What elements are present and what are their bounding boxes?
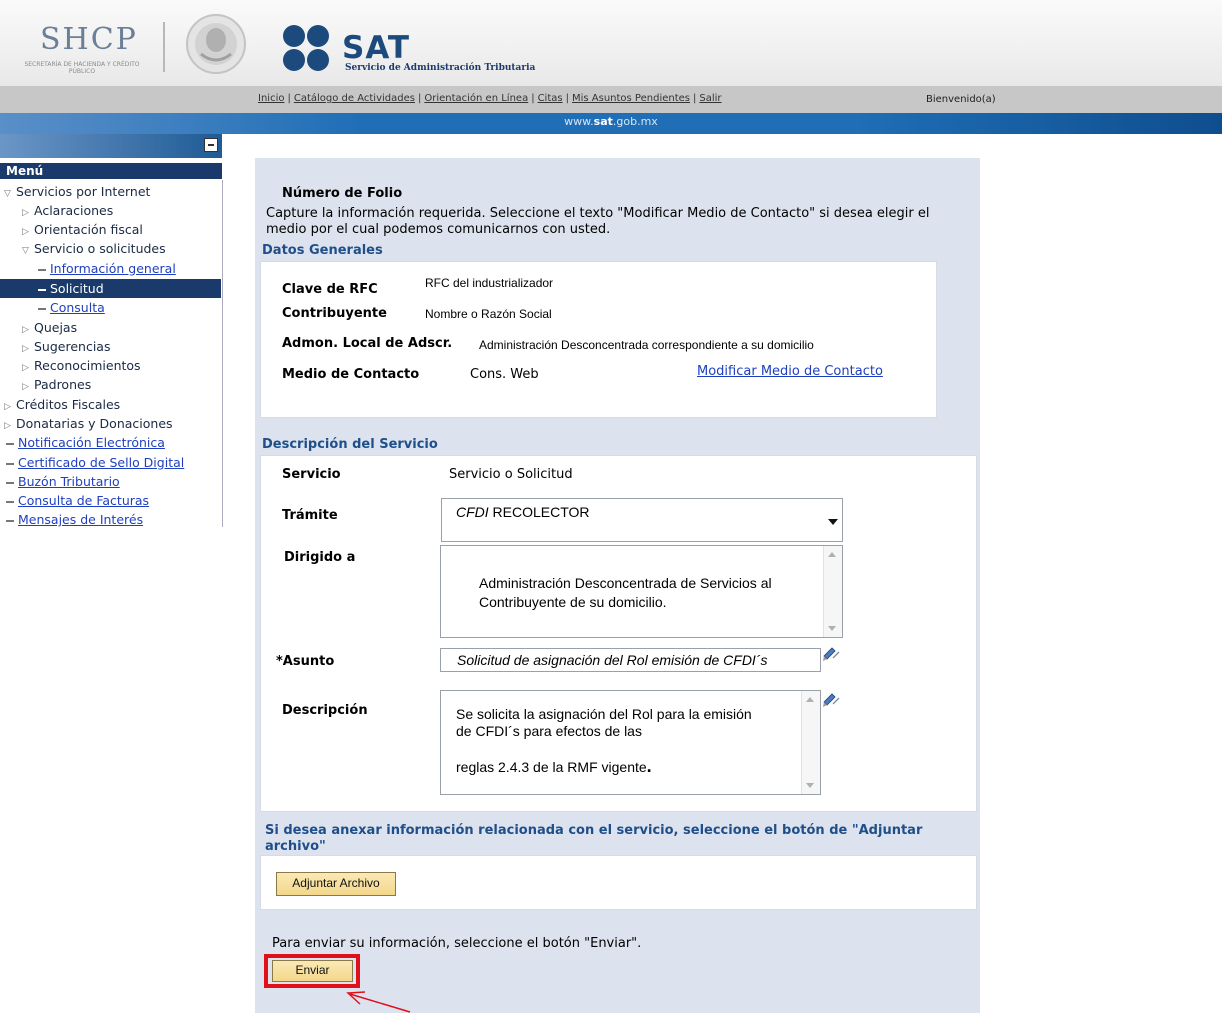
asunto-input[interactable]: Solicitud de asignación del Rol emisión … xyxy=(440,648,821,672)
sidebar-header xyxy=(0,134,222,158)
sidebar-item-facturas[interactable]: Consulta de Facturas xyxy=(6,491,149,510)
sidebar-item-certificado[interactable]: Certificado de Sello Digital xyxy=(6,453,184,472)
sidebar-item-orientacion[interactable]: ▷ Orientación fiscal xyxy=(22,220,143,239)
nav-orientacion-link[interactable]: Orientación en Línea xyxy=(424,93,528,104)
sidebar-item-donatarias[interactable]: ▷ Donatarias y Donaciones xyxy=(4,414,173,433)
dirigido-textarea[interactable]: Administración Desconcentrada de Servici… xyxy=(440,545,843,638)
enviar-text: Para enviar su información, seleccione e… xyxy=(272,936,642,951)
sidebar-item-servicio-solicitudes[interactable]: ▽ Servicio o solicitudes xyxy=(22,239,166,258)
edit-asunto-icon[interactable] xyxy=(822,646,840,662)
edit-descripcion-icon[interactable] xyxy=(822,692,840,708)
bullet-dash-icon xyxy=(38,307,46,310)
expanded-triangle-icon: ▽ xyxy=(22,246,29,256)
descripcion-textarea[interactable]: Se solicita la asignación del Rol para l… xyxy=(440,690,821,795)
tramite-label: Trámite xyxy=(282,508,338,523)
modificar-medio-contacto-link[interactable]: Modificar Medio de Contacto xyxy=(697,364,883,379)
bullet-dash-icon xyxy=(6,519,14,522)
tramite-select[interactable]: CFDI RECOLECTOR xyxy=(441,498,843,542)
medio-contacto-label: Medio de Contacto xyxy=(282,367,420,382)
rfc-label: Clave de RFC xyxy=(282,282,378,297)
dirigido-scrollbar[interactable] xyxy=(823,546,842,637)
nav-salir-link[interactable]: Salir xyxy=(699,93,721,104)
sidebar-item-solicitud[interactable]: Solicitud xyxy=(0,279,221,298)
nav-inicio-link[interactable]: Inicio xyxy=(258,93,284,104)
pointer-arrow-icon xyxy=(346,991,411,1013)
top-nav-links: Inicio | Catálogo de Actividades | Orientaci… xyxy=(258,93,722,104)
bullet-dash-icon xyxy=(38,288,46,291)
shcp-logo: SHCP xyxy=(40,22,138,57)
sidebar-item-consulta[interactable]: Consulta xyxy=(38,298,105,317)
collapse-sidebar-button[interactable] xyxy=(204,138,218,152)
sidebar-item-sugerencias[interactable]: ▷ Sugerencias xyxy=(22,337,110,356)
shcp-logo-subtext: SECRETARÍA DE HACIENDA Y CRÉDITO PÚBLICO xyxy=(24,61,140,75)
dirigido-value: Administración Desconcentrada de Servici… xyxy=(479,575,772,610)
medio-contacto-value: Cons. Web xyxy=(470,367,539,382)
bullet-dash-icon xyxy=(6,500,14,503)
expanded-triangle-icon: ▽ xyxy=(4,189,11,199)
datos-generales-title: Datos Generales xyxy=(262,243,383,258)
contribuyente-value: Nombre o Razón Social xyxy=(425,307,552,321)
sidebar-item-padrones[interactable]: ▷ Padrones xyxy=(22,375,91,394)
bullet-dash-icon xyxy=(6,481,14,484)
servicio-label: Servicio xyxy=(282,467,341,482)
site-url: www.sat.gob.mx xyxy=(564,115,658,128)
sidebar-item-quejas[interactable]: ▷ Quejas xyxy=(22,318,77,337)
rfc-value: RFC del industrializador xyxy=(425,276,554,290)
descripcion-servicio-title: Descripción del Servicio xyxy=(262,437,438,452)
contribuyente-label: Contribuyente xyxy=(282,306,387,321)
sidebar-item-mensajes[interactable]: Mensajes de Interés xyxy=(6,510,143,529)
page-header xyxy=(0,0,1222,86)
descripcion-label: Descripción xyxy=(282,703,368,718)
adjuntar-archivo-button[interactable]: Adjuntar Archivo xyxy=(276,872,396,896)
adjuntar-text: Si desea anexar información relacionada … xyxy=(265,823,923,854)
bullet-dash-icon xyxy=(6,442,14,445)
sidebar-item-aclaraciones[interactable]: ▷ Aclaraciones xyxy=(22,201,113,220)
sidebar-item-buzon[interactable]: Buzón Tributario xyxy=(6,472,120,491)
sat-subtitle: Servicio de Administración Tributaria xyxy=(345,63,536,73)
sidebar-item-creditos[interactable]: ▷ Créditos Fiscales xyxy=(4,395,120,414)
sat-logo-icon xyxy=(283,25,329,71)
admon-label: Admon. Local de Adscr. xyxy=(282,336,453,351)
intro-text: Capture la información requerida. Selecc… xyxy=(266,206,930,237)
mexico-seal-icon xyxy=(186,14,246,74)
enviar-button[interactable]: Enviar xyxy=(272,960,353,982)
welcome-text: Bienvenido(a) xyxy=(926,94,996,105)
sidebar-item-informacion-general[interactable]: Información general xyxy=(38,259,176,278)
sidebar-item-reconocimientos[interactable]: ▷ Reconocimientos xyxy=(22,356,141,375)
asunto-label: *Asunto xyxy=(276,654,335,669)
descripcion-line-2: reglas 2.4.3 de la RMF vigente. xyxy=(456,756,652,776)
menu-title: Menú xyxy=(0,163,222,179)
bullet-dash-icon xyxy=(38,268,46,271)
descripcion-line-1: Se solicita la asignación del Rol para l… xyxy=(456,706,752,739)
admon-value: Administración Desconcentrada correspond… xyxy=(479,338,814,352)
nav-asuntos-link[interactable]: Mis Asuntos Pendientes xyxy=(572,93,690,104)
sidebar-item-notificacion[interactable]: Notificación Electrónica xyxy=(6,433,165,452)
sat-logo-text: SAT xyxy=(342,30,411,66)
descripcion-scrollbar[interactable] xyxy=(801,691,820,794)
dropdown-arrow-icon xyxy=(828,519,838,525)
nav-citas-link[interactable]: Citas xyxy=(538,93,563,104)
bullet-dash-icon xyxy=(6,462,14,465)
dirigido-label: Dirigido a xyxy=(284,550,356,565)
sidebar-item-servicios-internet[interactable]: ▽ Servicios por Internet xyxy=(4,182,150,201)
logo-divider xyxy=(163,22,165,72)
folio-title: Número de Folio xyxy=(282,186,403,201)
sidebar-menu: ▽ Servicios por Internet ▷ Aclaraciones ▷ O… xyxy=(0,180,223,527)
nav-catalogo-link[interactable]: Catálogo de Actividades xyxy=(294,93,415,104)
servicio-value: Servicio o Solicitud xyxy=(449,467,573,482)
